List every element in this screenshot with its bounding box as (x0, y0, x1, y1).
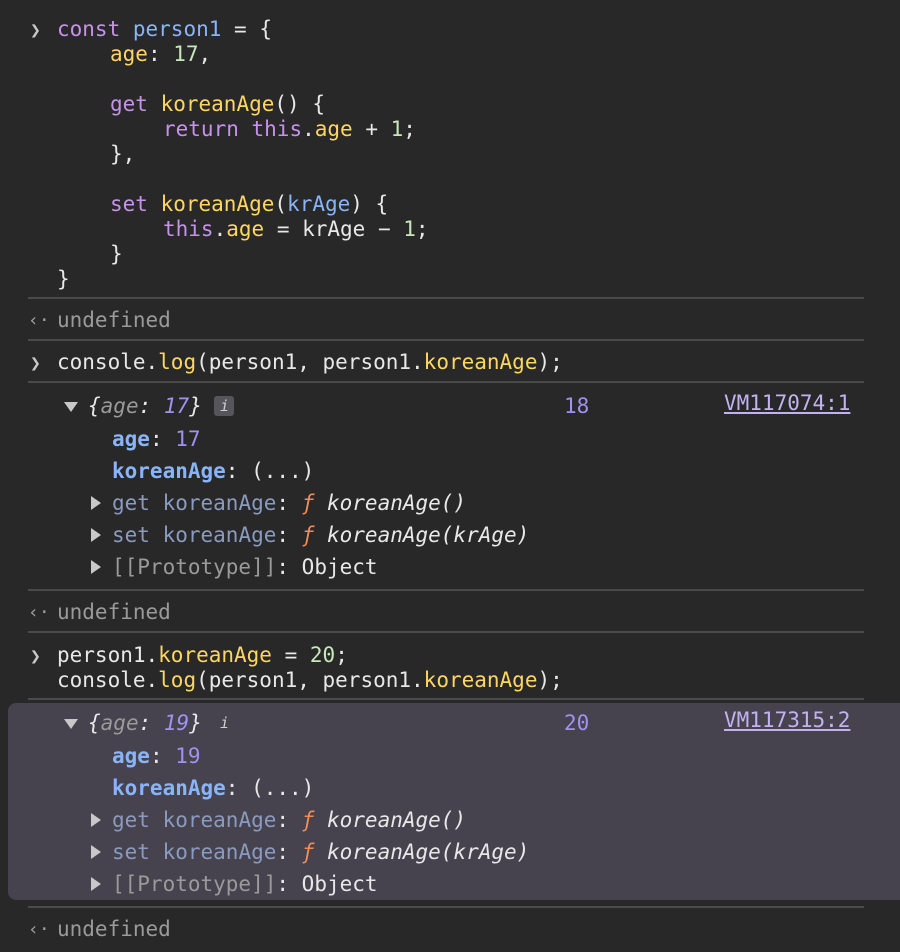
code-line: person1.koreanAge = 20; (57, 643, 348, 667)
divider (28, 589, 864, 591)
prototype-property[interactable]: [[Prototype]]: Object (112, 871, 378, 897)
divider (28, 339, 864, 341)
divider (28, 906, 864, 908)
code-line: console.log(person1, person1.koreanAge); (57, 350, 563, 374)
code-line: const person1 = { (57, 17, 272, 41)
prompt-chevron-icon: ❯ (30, 646, 41, 667)
prompt-chevron-icon: ❯ (30, 20, 41, 41)
source-link[interactable]: VM117074:1 (724, 390, 850, 416)
expand-triangle-icon[interactable] (91, 877, 101, 891)
return-value: undefined (57, 600, 171, 624)
expand-triangle-icon[interactable] (64, 719, 78, 729)
object-property: age: 19 (112, 744, 201, 768)
object-property[interactable]: koreanAge: (...) (112, 458, 314, 484)
getter-property[interactable]: get koreanAge: ƒ koreanAge() (112, 807, 466, 833)
getter-property[interactable]: get koreanAge: ƒ koreanAge() (112, 490, 466, 516)
code-line: set koreanAge(krAge) { (110, 192, 389, 216)
setter-property[interactable]: set koreanAge: ƒ koreanAge(krAge) (112, 839, 529, 865)
divider (28, 631, 864, 633)
code-line: } (110, 242, 123, 266)
code-line: } (57, 267, 70, 291)
expand-triangle-icon[interactable] (91, 845, 101, 859)
expand-triangle-icon[interactable] (91, 496, 101, 510)
divider (28, 381, 864, 383)
code-line: console.log(person1, person1.koreanAge); (57, 668, 563, 692)
setter-property[interactable]: set koreanAge: ƒ koreanAge(krAge) (112, 522, 529, 548)
code-line: this.age = krAge − 1; (163, 217, 429, 241)
code-line: get koreanAge() { (110, 92, 325, 116)
return-arrow-icon: ‹· (28, 310, 50, 331)
object-property[interactable]: koreanAge: (...) (112, 775, 314, 801)
info-icon[interactable]: i (214, 710, 234, 736)
expand-triangle-icon[interactable] (91, 560, 101, 574)
expand-triangle-icon[interactable] (91, 528, 101, 542)
log-value: 20 (564, 711, 590, 735)
prompt-chevron-icon: ❯ (30, 353, 41, 374)
divider (28, 297, 864, 299)
prototype-property[interactable]: [[Prototype]]: Object (112, 554, 378, 580)
code-line: return this.age + 1; (163, 117, 416, 141)
return-value: undefined (57, 308, 171, 332)
divider (28, 698, 864, 700)
return-arrow-icon: ‹· (28, 919, 50, 940)
source-link[interactable]: VM117315:2 (724, 707, 850, 733)
return-arrow-icon: ‹· (28, 602, 50, 623)
object-preview[interactable]: {age: 19} i (88, 710, 234, 736)
object-preview[interactable]: {age: 17} i (88, 393, 235, 419)
code-line: age: 17, (110, 42, 212, 66)
info-icon[interactable]: i (214, 396, 235, 416)
code-line: }, (110, 142, 136, 166)
return-value: undefined (57, 917, 171, 941)
object-property: age: 17 (112, 427, 201, 451)
expand-triangle-icon[interactable] (91, 813, 101, 827)
expand-triangle-icon[interactable] (64, 402, 78, 412)
log-value: 18 (564, 394, 590, 418)
